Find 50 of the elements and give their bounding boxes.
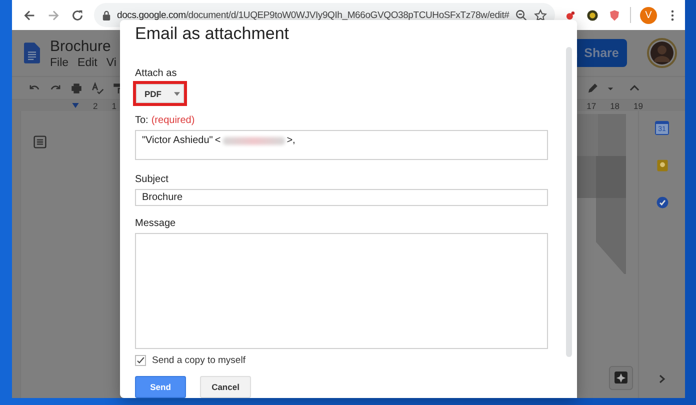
- recipient-bracket: <: [214, 135, 221, 146]
- attach-as-label: Attach as: [135, 68, 177, 79]
- dialog-title: Email as attachment: [135, 24, 290, 44]
- caret-icon: [174, 92, 180, 96]
- subject-label: Subject: [135, 174, 168, 185]
- menu-item[interactable]: Vi: [106, 56, 116, 68]
- ruler-number: 19: [634, 100, 643, 110]
- recipient-bracket: >,: [286, 135, 296, 146]
- subject-field[interactable]: Brochure: [135, 188, 548, 206]
- outline-icon[interactable]: [33, 135, 47, 149]
- zoom-icon[interactable]: [515, 8, 528, 22]
- chevron-right-icon[interactable]: [657, 374, 667, 384]
- menu-item[interactable]: File: [50, 56, 69, 68]
- star-icon[interactable]: [534, 8, 548, 22]
- menu-item[interactable]: Edit: [78, 56, 98, 68]
- dialog-button[interactable]: Send: [135, 376, 186, 398]
- extension-icon[interactable]: [586, 8, 599, 22]
- ruler-number: 2: [93, 100, 98, 110]
- print-icon[interactable]: [70, 82, 83, 94]
- scrollbar[interactable]: [566, 47, 572, 357]
- shield-icon[interactable]: [608, 8, 621, 22]
- pencil-icon[interactable]: [586, 82, 599, 94]
- reload-icon[interactable]: [70, 8, 85, 22]
- dialog-button[interactable]: Cancel: [200, 376, 251, 398]
- ruler-number: 18: [610, 100, 620, 110]
- ruler-number: 1: [112, 100, 116, 110]
- document-title[interactable]: Brochure: [50, 38, 116, 54]
- profile-avatar[interactable]: V: [640, 6, 657, 24]
- indent-marker-icon[interactable]: [72, 103, 79, 108]
- required-note: (required): [151, 115, 195, 126]
- format-dropdown[interactable]: PDF: [136, 84, 184, 103]
- to-label: To:: [135, 115, 148, 126]
- redacted-email: [222, 137, 285, 145]
- user-avatar[interactable]: [647, 38, 677, 68]
- checkbox-label: Send a copy to myself: [152, 355, 246, 366]
- checkbox[interactable]: [135, 355, 146, 366]
- ruler-number: 17: [586, 100, 596, 110]
- extension-icon[interactable]: [564, 8, 577, 22]
- caret-icon[interactable]: [607, 84, 614, 92]
- lightbulb-icon[interactable]: [656, 159, 668, 172]
- message-field[interactable]: [135, 233, 548, 349]
- spellcheck-icon[interactable]: [91, 82, 104, 94]
- document-icon[interactable]: [24, 40, 40, 66]
- url-text: docs.google.com/document/d/1UQEP9toW0WJVIy9QIh_M66oGVQO38pTCUHoSFxTz78w/edit#: [117, 10, 510, 20]
- to-field[interactable]: "Victor Ashiedu" < >,: [135, 130, 548, 160]
- tasks-icon[interactable]: [656, 196, 668, 209]
- recipient-name: "Victor Ashiedu": [142, 135, 213, 146]
- lock-icon: [102, 10, 111, 20]
- explore-icon[interactable]: [609, 366, 633, 390]
- message-label: Message: [135, 218, 176, 230]
